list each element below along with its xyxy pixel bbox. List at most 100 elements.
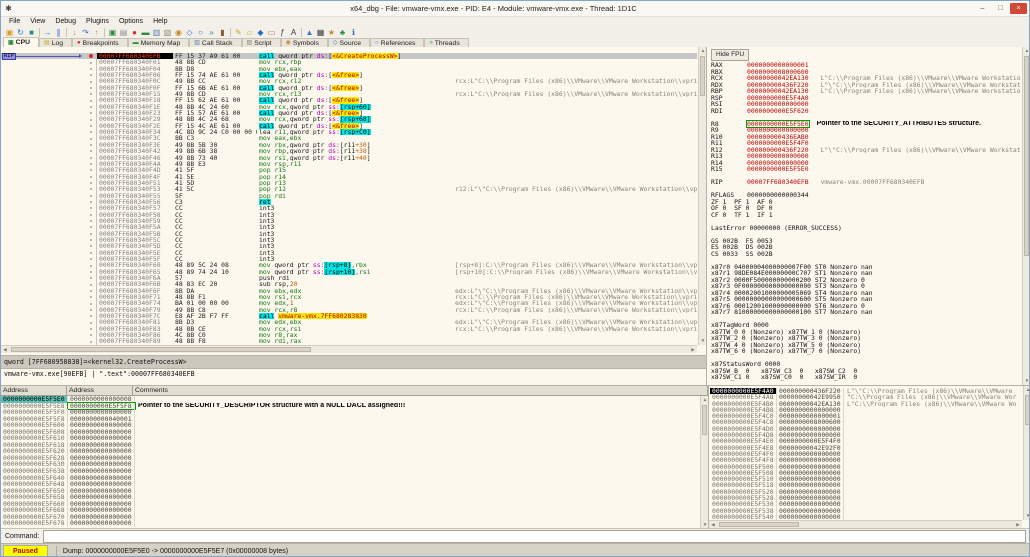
step-over-icon[interactable]: ↷ xyxy=(80,28,91,38)
dump-value: 0000000000000000 xyxy=(68,520,135,527)
scroll-right-arrow[interactable]: ▶ xyxy=(689,346,697,354)
stack-vscrollbar[interactable]: ▲ ▼ xyxy=(1023,386,1029,520)
erase-icon[interactable]: ▭ xyxy=(266,28,277,38)
font-icon[interactable]: A xyxy=(288,28,299,38)
patches-icon[interactable]: ▤ xyxy=(118,28,129,38)
row-dot xyxy=(89,296,92,299)
register-string-comment: L"C:\\Program Files (x86)\\VMware\\VMwar… xyxy=(820,88,1021,95)
register-name: RDI xyxy=(711,106,723,115)
tab-breakpoints-icon: ● xyxy=(77,40,81,46)
registers-vscrollbar[interactable]: ▲ ▼ xyxy=(1022,47,1029,385)
cpu-chip-icon[interactable]: ▦ xyxy=(315,28,326,38)
tab-symbols[interactable]: ◉ Symbols xyxy=(280,38,328,47)
scroll-thumb[interactable] xyxy=(702,405,707,435)
scroll-thumb[interactable] xyxy=(1025,395,1029,425)
row-dot xyxy=(89,93,92,96)
restart-icon[interactable]: ↻ xyxy=(15,28,26,38)
scroll-down-arrow[interactable]: ▼ xyxy=(1024,512,1029,520)
scroll-up-arrow[interactable]: ▲ xyxy=(1024,386,1029,394)
scroll-up-arrow[interactable]: ▲ xyxy=(1023,47,1029,55)
tab-breakpoints[interactable]: ● Breakpoints xyxy=(72,38,128,47)
rip-indicator: RIP xyxy=(2,53,82,60)
row-dot xyxy=(89,302,92,305)
step-into-icon[interactable]: ↓ xyxy=(69,28,80,38)
script-icon[interactable]: ▧ xyxy=(162,28,173,38)
close-button[interactable]: × xyxy=(1010,3,1027,14)
x64dbg-window: ✱ x64_dbg - File: vmware-vmx.exe - PID: … xyxy=(0,0,1030,557)
toolbar-separator xyxy=(104,28,105,37)
command-input[interactable] xyxy=(43,530,1026,543)
references-icon[interactable]: ○ xyxy=(195,28,206,38)
menu-view[interactable]: View xyxy=(25,18,50,25)
breakpoint-gutter[interactable] xyxy=(85,338,97,345)
edit-icon[interactable]: ✎ xyxy=(233,28,244,38)
row-dot xyxy=(89,340,92,343)
scroll-down-arrow[interactable]: ▼ xyxy=(699,337,707,345)
row-dot xyxy=(89,150,92,153)
register-user-comment: Pointer to the SECURITY_ATTRIBUTES struc… xyxy=(816,120,981,127)
menu-plugins[interactable]: Plugins xyxy=(81,18,114,25)
dump-row[interactable]: 0000000000E5F678 0000000000000000 xyxy=(1,520,699,527)
tab-log[interactable]: ▤ Log xyxy=(39,38,73,47)
tab-source[interactable]: ◇ Source xyxy=(327,38,371,47)
dump-vscrollbar[interactable]: ▲ ▼ xyxy=(700,396,708,529)
register-line[interactable]: x87SW_C1 0 x87SW_C0 0 x87SW_IR 0 xyxy=(711,374,1021,381)
tab-threads[interactable]: » Threads xyxy=(424,38,469,47)
tab-threads-icon: » xyxy=(429,40,433,46)
run-icon[interactable]: → xyxy=(42,28,53,38)
row-dot xyxy=(89,207,92,210)
scylla-icon[interactable]: ▲ xyxy=(304,28,315,38)
window-title: x64_dbg - File: vmware-vmx.exe - PID: E4… xyxy=(350,4,637,13)
scroll-thumb[interactable] xyxy=(719,522,799,527)
row-dot xyxy=(89,163,92,166)
open-file-icon[interactable]: ▣ xyxy=(4,28,15,38)
tab-references[interactable]: ○ References xyxy=(370,38,425,47)
scroll-thumb[interactable] xyxy=(1024,56,1029,256)
stack-hscrollbar[interactable]: ◀ ▶ xyxy=(709,520,1022,528)
dump-header-comments-2[interactable]: Comments xyxy=(133,386,708,396)
highlight-icon[interactable]: ◆ xyxy=(255,28,266,38)
dump-header-address-1[interactable]: Address xyxy=(67,386,133,396)
step-out-icon[interactable]: ↑ xyxy=(91,28,102,38)
disassembly-vscrollbar[interactable]: ▲ ▼ xyxy=(698,47,706,345)
hide-fpu-button[interactable]: Hide FPU xyxy=(711,49,750,61)
disassembly-hscrollbar[interactable]: ◀ ▶ xyxy=(1,345,697,353)
toolbar-separator xyxy=(230,28,231,37)
row-dot xyxy=(89,258,92,261)
handles-icon[interactable]: ▮ xyxy=(217,28,228,38)
row-dot xyxy=(89,232,92,235)
menu-help[interactable]: Help xyxy=(148,18,172,25)
maximize-button[interactable]: □ xyxy=(992,3,1009,14)
stop-icon[interactable]: ■ xyxy=(26,28,37,38)
tab-memory-map[interactable]: ▬ Memory Map xyxy=(127,38,190,47)
source-icon[interactable]: ◇ xyxy=(184,28,195,38)
dump-header-address-0[interactable]: Address xyxy=(1,386,67,396)
fx-icon[interactable]: ƒ xyxy=(277,28,288,38)
menu-debug[interactable]: Debug xyxy=(50,18,81,25)
disasm-row[interactable]: 00007FF680340F89 48 8B F8 mov rdi,rax xyxy=(1,338,697,345)
scroll-up-arrow[interactable]: ▲ xyxy=(699,47,707,55)
info-icon[interactable]: ℹ xyxy=(348,28,359,38)
pause-icon[interactable]: ∥ xyxy=(53,28,64,38)
toolbar-separator xyxy=(66,28,67,37)
menu-file[interactable]: File xyxy=(4,18,25,25)
symbols-icon[interactable]: ◉ xyxy=(173,28,184,38)
threads-icon[interactable]: » xyxy=(206,28,217,38)
favourites-icon[interactable]: ★ xyxy=(326,28,337,38)
call-stack-icon[interactable]: ▥ xyxy=(151,28,162,38)
donate-icon[interactable]: ♣ xyxy=(337,28,348,38)
menu-options[interactable]: Options xyxy=(114,18,148,25)
breakpoint-icon[interactable]: ● xyxy=(129,28,140,38)
tab-call-stack[interactable]: ▥ Call Stack xyxy=(189,38,242,47)
notes-icon[interactable]: ▱ xyxy=(244,28,255,38)
trace-icon[interactable]: ▣ xyxy=(107,28,118,38)
tab-script[interactable]: ▧ Script xyxy=(241,38,281,47)
scroll-thumb[interactable] xyxy=(700,56,705,96)
row-dot xyxy=(89,80,92,83)
tab-cpu[interactable]: ▣ CPU xyxy=(3,37,40,47)
scroll-thumb[interactable] xyxy=(11,347,311,352)
scroll-left-arrow[interactable]: ◀ xyxy=(1,346,9,354)
minimize-button[interactable]: – xyxy=(974,3,991,14)
memory-map-icon[interactable]: ▬ xyxy=(140,28,151,38)
scroll-down-arrow[interactable]: ▼ xyxy=(1023,377,1029,385)
